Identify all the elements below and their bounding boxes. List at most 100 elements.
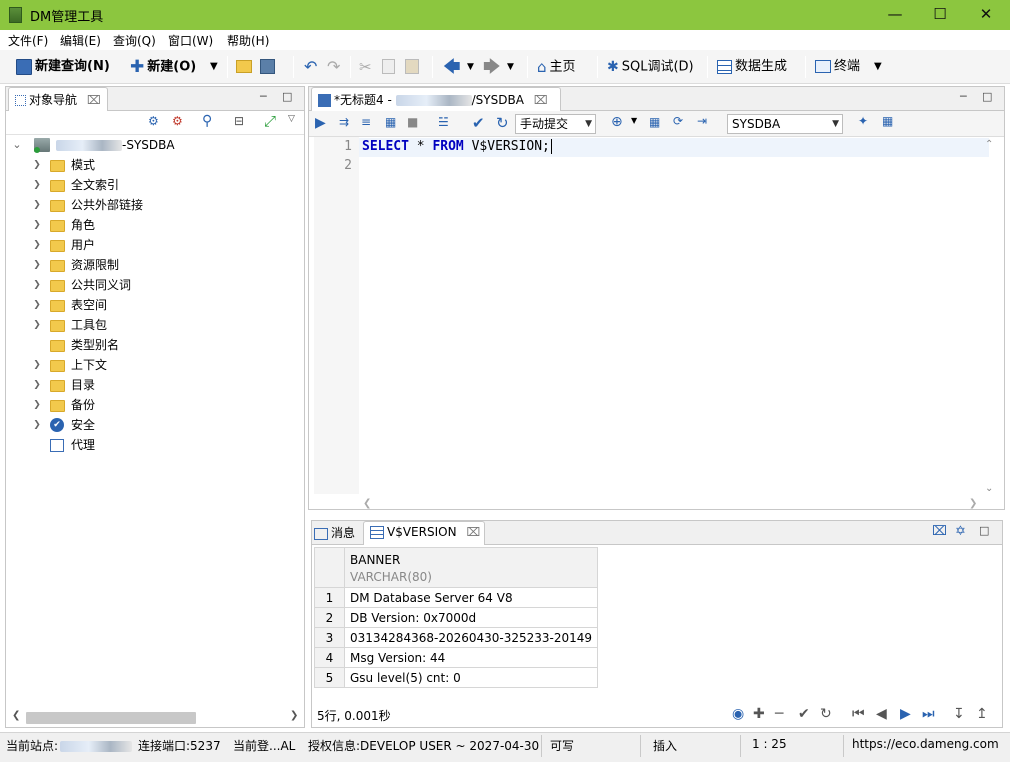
new-dropdown-arrow[interactable]: ▼ xyxy=(210,57,218,77)
first-page-icon[interactable]: ⏮ xyxy=(852,706,865,722)
tab-messages[interactable]: 消息 xyxy=(314,524,355,541)
redo-icon[interactable]: ↷ xyxy=(327,57,340,77)
format-icon[interactable]: ⟳ xyxy=(673,114,683,128)
open-folder-icon[interactable] xyxy=(236,57,252,77)
scroll-down-arrow[interactable]: ⌄ xyxy=(985,483,993,494)
delete-row-icon[interactable]: ─ xyxy=(775,706,783,722)
table-row[interactable]: 5 Gsu level(5) cnt: 0 xyxy=(314,667,599,688)
forward-arrow-icon[interactable]: 🡆 xyxy=(483,57,501,77)
banner-cell[interactable]: 03134284368-20260430-325233-20149 xyxy=(343,627,599,648)
step-icon[interactable]: ⇥ xyxy=(697,114,707,128)
new-query-button[interactable]: 新建查询(N) xyxy=(16,57,110,77)
banner-cell[interactable]: DM Database Server 64 V8 xyxy=(343,587,599,608)
home-button[interactable]: ⌂ 主页 xyxy=(537,57,576,77)
chevron-right-icon[interactable]: ❯ xyxy=(32,375,42,395)
commit-mode-select[interactable]: 手动提交 ▼ xyxy=(515,114,596,134)
tab-result-set[interactable]: V$VERSION ⌧ xyxy=(363,521,485,545)
run-icon[interactable]: ▶ xyxy=(315,115,326,131)
target-dropdown-icon[interactable]: ▼ xyxy=(631,116,637,125)
stop-icon[interactable]: ■ xyxy=(407,115,418,129)
horizontal-scrollbar-thumb[interactable] xyxy=(26,712,196,724)
table-row[interactable]: 4 Msg Version: 44 xyxy=(314,647,599,668)
rollback-icon[interactable]: ↻ xyxy=(496,114,509,132)
run-selected-icon[interactable]: ⇉ xyxy=(339,115,349,129)
paste-icon[interactable] xyxy=(405,57,419,77)
chevron-right-icon[interactable]: ❯ xyxy=(32,255,42,275)
expand-rows-icon[interactable]: ↧ xyxy=(953,706,965,722)
back-dropdown-icon[interactable]: ▼ xyxy=(467,57,474,77)
connect-icon[interactable]: ⚙ xyxy=(148,114,159,128)
grid-icon[interactable]: ▦ xyxy=(882,114,893,128)
menu-query[interactable]: 查询(Q) xyxy=(113,32,156,49)
undo-icon[interactable]: ↶ xyxy=(304,57,317,77)
previous-page-icon[interactable]: ◀ xyxy=(876,706,887,722)
chevron-right-icon[interactable]: ❯ xyxy=(32,295,42,315)
maximize-panel-icon[interactable]: □ xyxy=(979,524,989,537)
view-menu-icon[interactable]: ▽ xyxy=(288,114,295,124)
table-row[interactable]: 1 DM Database Server 64 V8 xyxy=(314,587,599,608)
tab-sql-editor[interactable]: *无标题4 - /SYSDBA ⌧ xyxy=(311,87,561,111)
close-button[interactable]: ✕ xyxy=(963,0,1009,30)
banner-cell[interactable]: Gsu level(5) cnt: 0 xyxy=(343,667,599,688)
chevron-right-icon[interactable]: ❯ xyxy=(32,355,42,375)
run-script-icon[interactable]: ≡ xyxy=(361,115,371,129)
wand-icon[interactable]: ✦ xyxy=(858,114,868,128)
terminal-button[interactable]: 终端 xyxy=(815,57,860,77)
table-row[interactable]: 2 DB Version: 0x7000d xyxy=(314,607,599,628)
lock-icon[interactable]: ◉ xyxy=(732,706,744,722)
scroll-right-arrow[interactable]: ❯ xyxy=(969,498,977,509)
chevron-right-icon[interactable]: ❯ xyxy=(32,195,42,215)
chevron-right-icon[interactable]: ❯ xyxy=(32,155,42,175)
scroll-left-arrow[interactable]: ❮ xyxy=(12,710,20,721)
cut-icon[interactable]: ✂ xyxy=(359,57,372,77)
chevron-right-icon[interactable]: ❯ xyxy=(32,175,42,195)
close-other-results-icon[interactable]: ✡ xyxy=(955,524,966,539)
last-page-icon[interactable]: ⏭ xyxy=(922,706,935,722)
revert-icon[interactable]: ↻ xyxy=(820,706,832,722)
minimize-panel-icon[interactable]: ─ xyxy=(260,90,267,103)
chevron-right-icon[interactable]: ❯ xyxy=(32,415,42,435)
forward-dropdown-icon[interactable]: ▼ xyxy=(507,57,514,77)
target-icon[interactable]: ⊕ xyxy=(611,114,623,130)
collapse-all-icon[interactable]: ⊟ xyxy=(234,114,244,128)
chevron-right-icon[interactable]: ❯ xyxy=(32,275,42,295)
close-tab-icon[interactable]: ⌧ xyxy=(534,93,548,107)
chevron-right-icon[interactable]: ❯ xyxy=(32,215,42,235)
scroll-left-arrow[interactable]: ❮ xyxy=(363,498,371,509)
save-icon[interactable] xyxy=(260,57,275,77)
back-arrow-icon[interactable]: 🡄 xyxy=(443,57,461,77)
maximize-panel-icon[interactable]: □ xyxy=(282,90,292,103)
chevron-down-icon[interactable]: ⌄ xyxy=(12,135,22,155)
tab-object-navigator[interactable]: 对象导航 ⌧ xyxy=(8,87,108,111)
menu-file[interactable]: 文件(F) xyxy=(8,32,48,49)
add-row-icon[interactable]: ✚ xyxy=(753,706,765,722)
chevron-right-icon[interactable]: ❯ xyxy=(32,315,42,335)
sql-debug-button[interactable]: ✱ SQL调试(D) xyxy=(607,57,694,77)
result-grid[interactable]: BANNER VARCHAR(80) 1 DM Database Server 6… xyxy=(314,547,599,688)
terminal-dropdown-arrow[interactable]: ▼ xyxy=(874,57,882,77)
table-row[interactable]: 3 03134284368-20260430-325233-20149 xyxy=(314,627,599,648)
close-all-results-icon[interactable]: ⌧ xyxy=(932,524,947,539)
explain-icon[interactable]: ▦ xyxy=(385,115,396,129)
banner-cell[interactable]: DB Version: 0x7000d xyxy=(343,607,599,628)
confirm-icon[interactable]: ✔ xyxy=(798,706,810,722)
copy-icon[interactable] xyxy=(382,57,395,77)
search-icon[interactable]: ⚲ xyxy=(202,113,212,129)
minimize-panel-icon[interactable]: ─ xyxy=(960,90,967,103)
statistics-icon[interactable]: ☱ xyxy=(438,115,449,129)
chevron-right-icon[interactable]: ❯ xyxy=(32,395,42,415)
minimize-button[interactable]: — xyxy=(872,0,918,30)
link-editor-icon[interactable]: ⤢ xyxy=(264,112,276,130)
scroll-up-arrow[interactable]: ⌃ xyxy=(985,139,993,150)
next-page-icon[interactable]: ▶ xyxy=(900,706,911,722)
column-header-banner[interactable]: BANNER VARCHAR(80) xyxy=(343,547,599,588)
banner-cell[interactable]: Msg Version: 44 xyxy=(343,647,599,668)
close-tab-icon[interactable]: ⌧ xyxy=(466,525,480,539)
website-link[interactable]: https://eco.dameng.com xyxy=(852,737,999,751)
chevron-right-icon[interactable]: ❯ xyxy=(32,235,42,255)
scroll-right-arrow[interactable]: ❯ xyxy=(290,710,298,721)
data-generation-button[interactable]: 数据生成 xyxy=(717,57,787,77)
new-button[interactable]: ✚ 新建(O) xyxy=(130,57,196,77)
disconnect-icon[interactable]: ⚙ xyxy=(172,114,183,128)
code-editor[interactable]: 1 2 SELECT * FROM V$VERSION;​ xyxy=(314,137,989,494)
